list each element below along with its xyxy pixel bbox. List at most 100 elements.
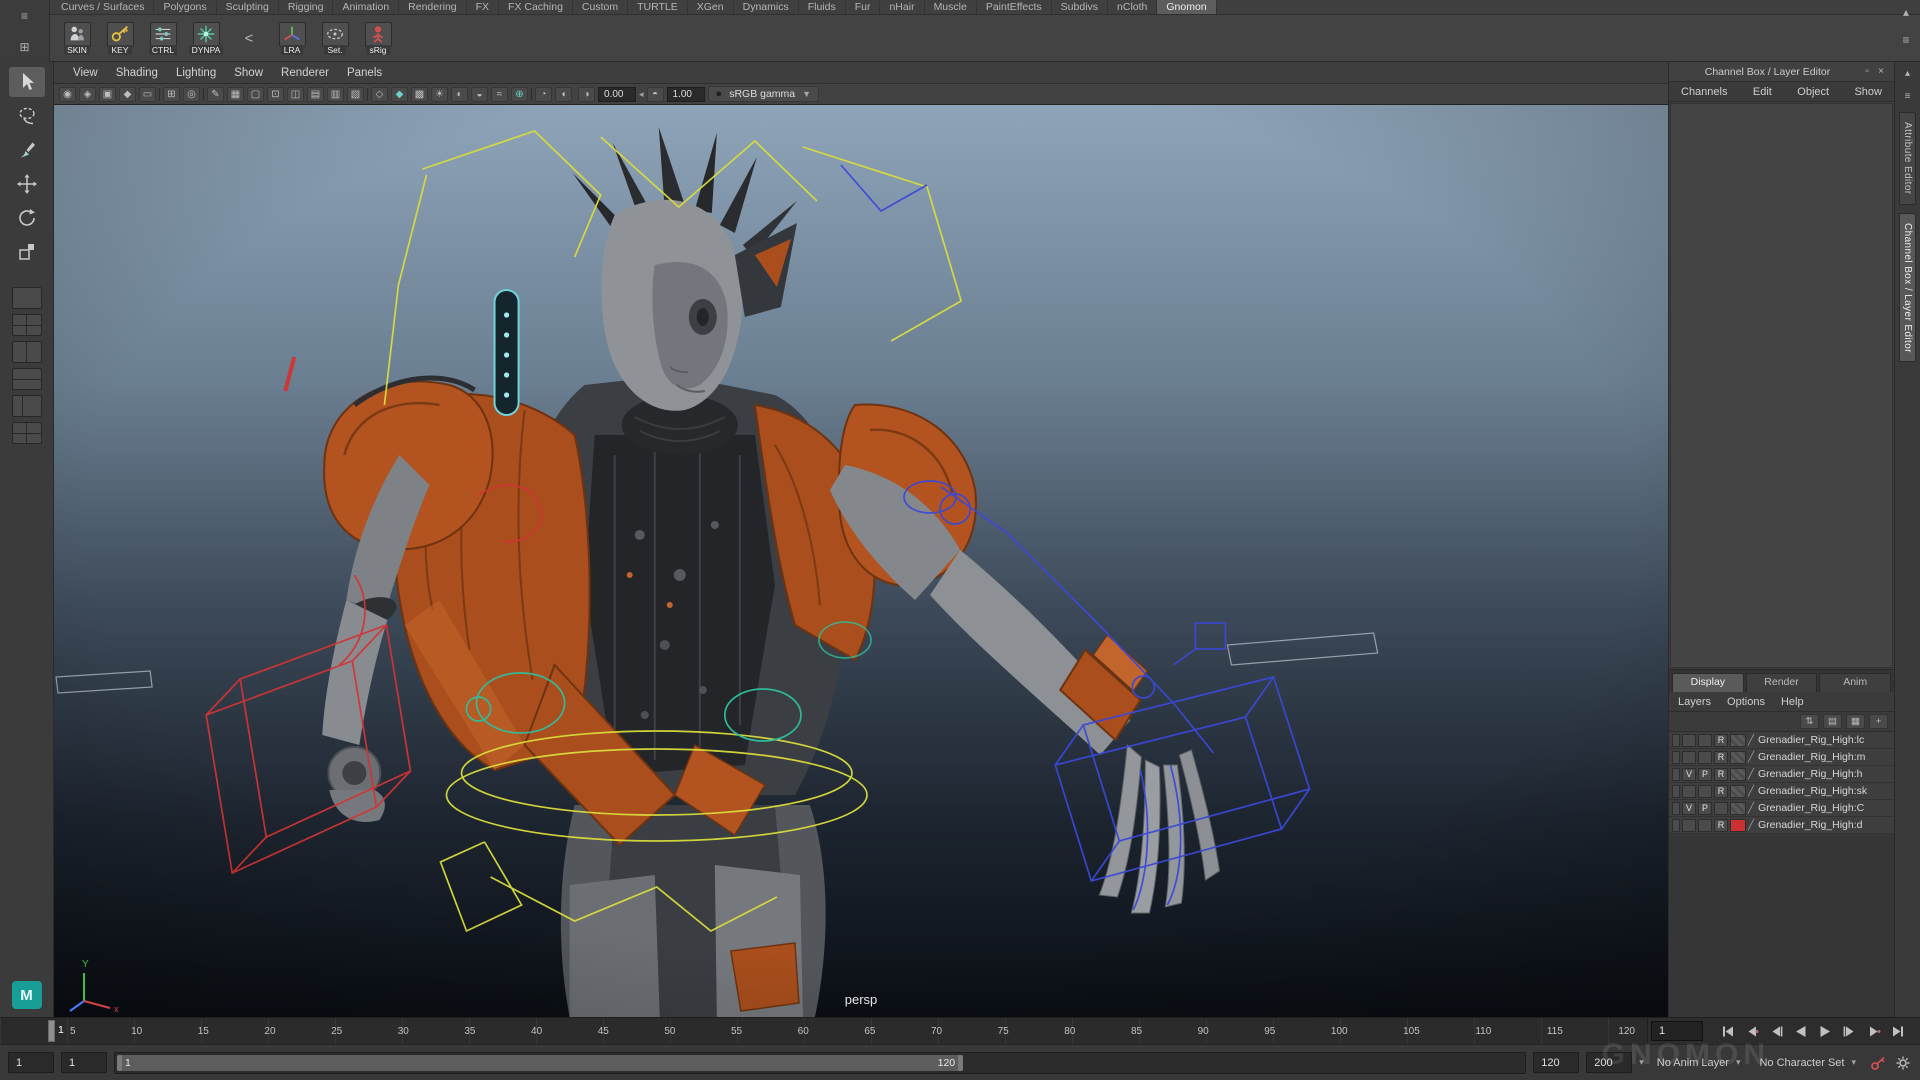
current-frame-marker[interactable]: [48, 1020, 55, 1042]
channel-box-menu-item[interactable]: Show: [1854, 86, 1882, 98]
layer-name[interactable]: Grenadier_Rig_High:sk: [1758, 785, 1867, 797]
time-slider[interactable]: 1 51015202530354045505560657075808590951…: [0, 1018, 1648, 1044]
rotate-tool[interactable]: [9, 203, 45, 233]
layer-editor-menu-item[interactable]: Layers: [1678, 696, 1711, 708]
layer-visibility-toggle[interactable]: V: [1682, 768, 1696, 781]
new-empty-layer-icon[interactable]: ▤: [1823, 714, 1842, 729]
anim-layer-dropdown[interactable]: No Anim Layer ▾: [1651, 1052, 1747, 1074]
layer-display-type-toggle[interactable]: R: [1714, 734, 1728, 747]
layer-name[interactable]: Grenadier_Rig_High:h: [1758, 768, 1862, 780]
panel-menu-item[interactable]: View: [64, 67, 107, 79]
sidebar-tab[interactable]: Attribute Editor: [1899, 112, 1916, 205]
collapse-ui-icon[interactable]: ▴: [1896, 4, 1916, 20]
shelf-tab[interactable]: Muscle: [925, 0, 977, 14]
shelf-tab[interactable]: TURTLE: [628, 0, 688, 14]
paint-select-tool[interactable]: [9, 135, 45, 165]
shelf-tab[interactable]: Fluids: [799, 0, 846, 14]
layer-row[interactable]: R ╱ Grenadier_Rig_High:d: [1669, 817, 1894, 834]
grease-pencil-icon[interactable]: ✎: [207, 87, 224, 102]
smooth-shade-icon[interactable]: ◆: [391, 87, 408, 102]
layer-current-indicator[interactable]: [1672, 751, 1680, 764]
layer-name[interactable]: Grenadier_Rig_High:lc: [1758, 734, 1864, 746]
pin-panel-icon[interactable]: ▫: [1860, 66, 1874, 77]
wireframe-icon[interactable]: ◇: [371, 87, 388, 102]
use-all-lights-icon[interactable]: ☀: [431, 87, 448, 102]
textured-icon[interactable]: ▩: [411, 87, 428, 102]
channel-box-menu-item[interactable]: Object: [1797, 86, 1829, 98]
panel-menu-item[interactable]: Shading: [107, 67, 167, 79]
range-slider[interactable]: 1 120: [114, 1052, 1526, 1074]
layer-row[interactable]: R ╱ Grenadier_Rig_High:m: [1669, 749, 1894, 766]
panel-menu-item[interactable]: Renderer: [272, 67, 338, 79]
panel-menu-icon[interactable]: ≡: [1899, 89, 1917, 104]
workspace-icon[interactable]: ≡: [1896, 32, 1916, 48]
shelf-button-skin[interactable]: SKIN: [58, 22, 96, 55]
image-plane-icon[interactable]: ▭: [139, 87, 156, 102]
camera-lock-icon[interactable]: ◈: [79, 87, 96, 102]
shelf-button-angle[interactable]: <: [230, 26, 268, 51]
layer-visibility-toggle[interactable]: [1682, 785, 1696, 798]
camera-select-icon[interactable]: ◉: [59, 87, 76, 102]
shelf-button-key[interactable]: KEY: [101, 22, 139, 55]
animation-start-field[interactable]: 1: [8, 1052, 54, 1073]
layer-editor-menu-item[interactable]: Options: [1727, 696, 1765, 708]
shelf-tab[interactable]: nHair: [880, 0, 924, 14]
layer-display-type-toggle[interactable]: R: [1714, 768, 1728, 781]
lasso-select-tool[interactable]: [9, 101, 45, 131]
perspective-viewport[interactable]: Y x persp: [54, 105, 1668, 1017]
layer-current-indicator[interactable]: [1672, 819, 1680, 832]
separator[interactable]: [203, 88, 204, 101]
step-back-key-button[interactable]: [1741, 1021, 1763, 1041]
shelf-options-icon[interactable]: ⊞: [15, 39, 35, 55]
layer-display-type-toggle[interactable]: R: [1714, 751, 1728, 764]
raise-panel-icon[interactable]: ▴: [1899, 66, 1917, 81]
layer-row[interactable]: V P R ╱ Grenadier_Rig_High:h: [1669, 766, 1894, 783]
layer-playback-toggle[interactable]: P: [1698, 768, 1712, 781]
play-backwards-button[interactable]: [1790, 1021, 1812, 1041]
layer-name[interactable]: Grenadier_Rig_High:C: [1758, 802, 1864, 814]
layer-playback-toggle[interactable]: [1698, 785, 1712, 798]
layout-single-pane-button[interactable]: [12, 287, 42, 309]
animation-end-field[interactable]: 200: [1586, 1052, 1632, 1073]
shelf-tab[interactable]: nCloth: [1108, 0, 1157, 14]
auto-keyframe-icon[interactable]: [1869, 1054, 1887, 1072]
separator[interactable]: [367, 88, 368, 101]
exposure-icon[interactable]: ◑: [578, 87, 595, 102]
layer-row[interactable]: V P ╱ Grenadier_Rig_High:C: [1669, 800, 1894, 817]
layer-visibility-toggle[interactable]: [1682, 819, 1696, 832]
layer-current-indicator[interactable]: [1672, 734, 1680, 747]
shelf-menu-icon[interactable]: ≡: [15, 8, 35, 24]
layout-outliner-persp-button[interactable]: [12, 422, 42, 444]
animation-preferences-icon[interactable]: [1894, 1054, 1912, 1072]
layer-visibility-toggle[interactable]: [1682, 734, 1696, 747]
shelf-button-ctrl[interactable]: CTRL: [144, 22, 182, 55]
shelf-tab[interactable]: Sculpting: [217, 0, 279, 14]
shelf-tab[interactable]: Rendering: [399, 0, 466, 14]
shelf-button-lra[interactable]: LRA: [273, 22, 311, 55]
shelf-tab[interactable]: Curves / Surfaces: [52, 0, 154, 14]
layer-playback-toggle[interactable]: P: [1698, 802, 1712, 815]
multisampling-icon[interactable]: ⊕: [511, 87, 528, 102]
separator[interactable]: [159, 88, 160, 101]
shelf-tab[interactable]: FX Caching: [499, 0, 573, 14]
xray-icon[interactable]: ◖: [555, 87, 572, 102]
step-back-frame-button[interactable]: [1765, 1021, 1787, 1041]
layout-two-pane-stacked-button[interactable]: [12, 368, 42, 390]
layer-color-swatch[interactable]: [1730, 768, 1746, 781]
separator[interactable]: [531, 88, 532, 101]
layer-row[interactable]: R ╱ Grenadier_Rig_High:sk: [1669, 783, 1894, 800]
layer-color-swatch[interactable]: [1730, 785, 1746, 798]
layer-editor-menu-item[interactable]: Help: [1781, 696, 1804, 708]
shelf-button-set[interactable]: Set.: [316, 22, 354, 55]
shelf-tab[interactable]: XGen: [688, 0, 734, 14]
exposure-field[interactable]: 0.00: [598, 87, 636, 102]
layer-playback-toggle[interactable]: [1698, 734, 1712, 747]
shelf-tab[interactable]: Fur: [846, 0, 881, 14]
layer-editor-tab[interactable]: Display: [1672, 673, 1744, 692]
layer-playback-toggle[interactable]: [1698, 751, 1712, 764]
motion-blur-icon[interactable]: ≈: [491, 87, 508, 102]
isolate-select-icon[interactable]: ◔: [535, 87, 552, 102]
grid-display-icon[interactable]: ▦: [227, 87, 244, 102]
range-options-chevron-icon[interactable]: ▾: [1639, 1057, 1644, 1068]
shelf-button-dynpa[interactable]: DYNPA: [187, 22, 225, 55]
